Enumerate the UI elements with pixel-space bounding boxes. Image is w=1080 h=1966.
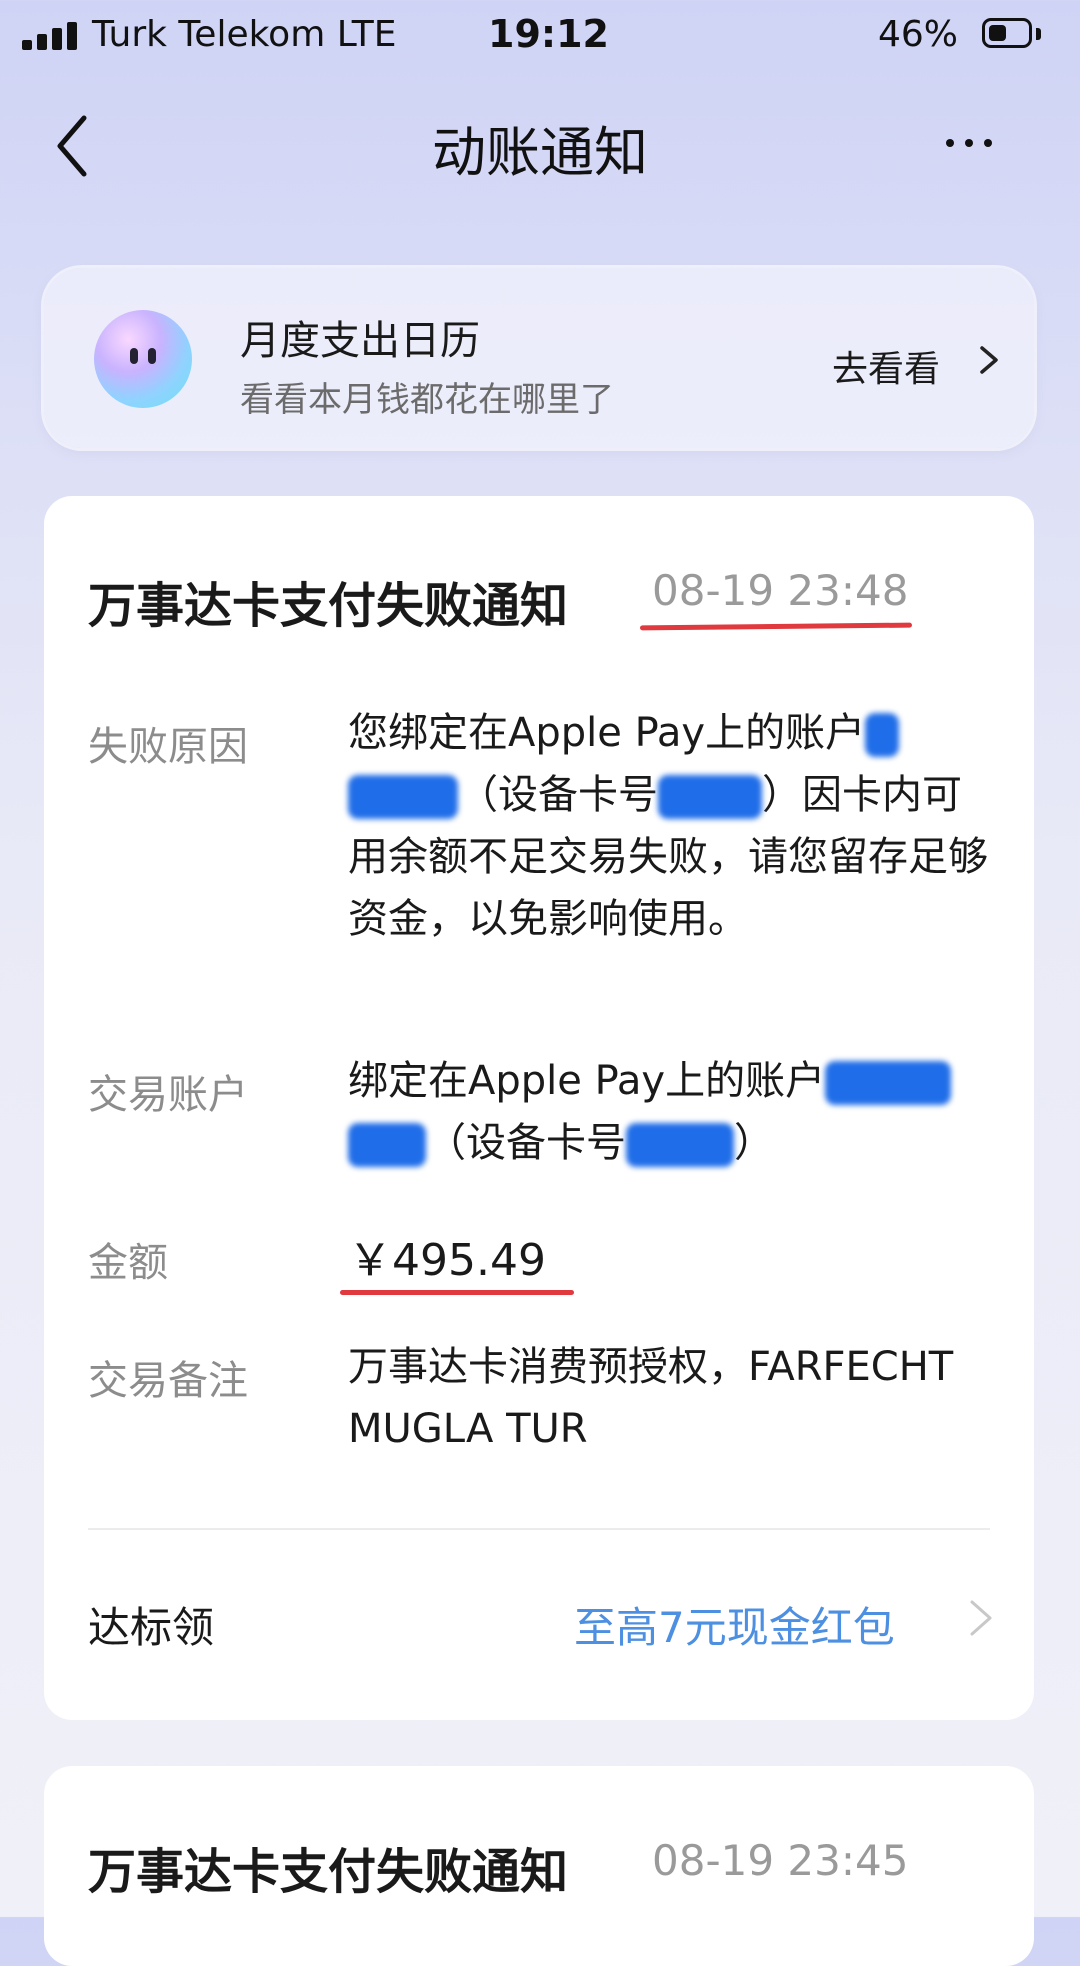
amount-label: 金额: [88, 1240, 168, 1286]
banner-go-link[interactable]: 去看看: [832, 340, 940, 392]
notice-card: 万事达卡支付失败通知 08-19 23:45: [44, 1766, 1034, 1966]
failure-reason-text: 您绑定在Apple Pay上的账户: [348, 710, 866, 756]
red-underline-mark: [639, 622, 913, 631]
amount-value: ￥495.49: [348, 1235, 546, 1286]
clock: 19:12: [488, 12, 609, 56]
redacted-account: [865, 713, 900, 757]
banner-subtitle: 看看本月钱都花在哪里了: [240, 380, 614, 420]
redacted-card-number: [626, 1123, 734, 1167]
notice-title: 万事达卡支付失败通知: [88, 1844, 569, 1900]
notice-card: 万事达卡支付失败通知 08-19 23:48 失败原因 您绑定在Apple Pa…: [44, 496, 1034, 1720]
account-text: （设备卡号: [426, 1120, 626, 1166]
notice-time: 08-19 23:48: [652, 566, 909, 615]
redacted-account: [348, 1123, 426, 1167]
notice-time: 08-19 23:45: [652, 1836, 909, 1885]
redacted-card-number: [658, 775, 762, 819]
dot-icon: [946, 139, 954, 147]
more-options-button[interactable]: [946, 118, 1016, 168]
mascot-avatar-icon: [94, 310, 192, 408]
redacted-account: [825, 1061, 952, 1105]
remark-value: 万事达卡消费预授权，FARFECHT MUGLA TUR: [348, 1344, 954, 1452]
dot-icon: [984, 139, 992, 147]
chevron-right-icon: [980, 346, 998, 374]
carrier-label: Turk Telekom LTE: [92, 14, 397, 55]
battery-icon: [982, 18, 1032, 48]
signal-icon: [22, 20, 80, 50]
failure-reason-text: （设备卡号: [458, 772, 658, 818]
dot-icon: [965, 139, 973, 147]
status-bar: Turk Telekom LTE 19:12 46%: [0, 0, 1080, 70]
chevron-right-icon[interactable]: [964, 1594, 998, 1642]
account-value: 绑定在Apple Pay上的账户 （设备卡号 ）: [348, 1050, 998, 1174]
cash-reward-link[interactable]: 至高7元现金红包: [574, 1594, 895, 1655]
redacted-account: [348, 775, 458, 819]
banner-title: 月度支出日历: [240, 318, 480, 364]
red-underline-mark: [340, 1290, 574, 1295]
account-text: 绑定在Apple Pay上的账户: [348, 1058, 826, 1104]
failure-reason-label: 失败原因: [88, 724, 248, 770]
remark-label: 交易备注: [88, 1358, 248, 1404]
divider: [88, 1528, 990, 1530]
account-text: ）: [734, 1120, 774, 1166]
battery-tip: [1036, 28, 1041, 40]
notice-title: 万事达卡支付失败通知: [88, 578, 569, 634]
battery-level: [989, 25, 1006, 41]
spending-calendar-banner[interactable]: 月度支出日历 看看本月钱都花在哪里了 去看看: [44, 268, 1034, 448]
account-label: 交易账户: [88, 1072, 248, 1118]
reward-label: 达标领: [88, 1603, 215, 1652]
battery-percent: 46%: [878, 14, 959, 55]
page-title: 动账通知: [432, 121, 648, 184]
failure-reason-value: 您绑定在Apple Pay上的账户 （设备卡号 ）因卡内可用余额不足交易失败，请您留…: [348, 702, 998, 950]
